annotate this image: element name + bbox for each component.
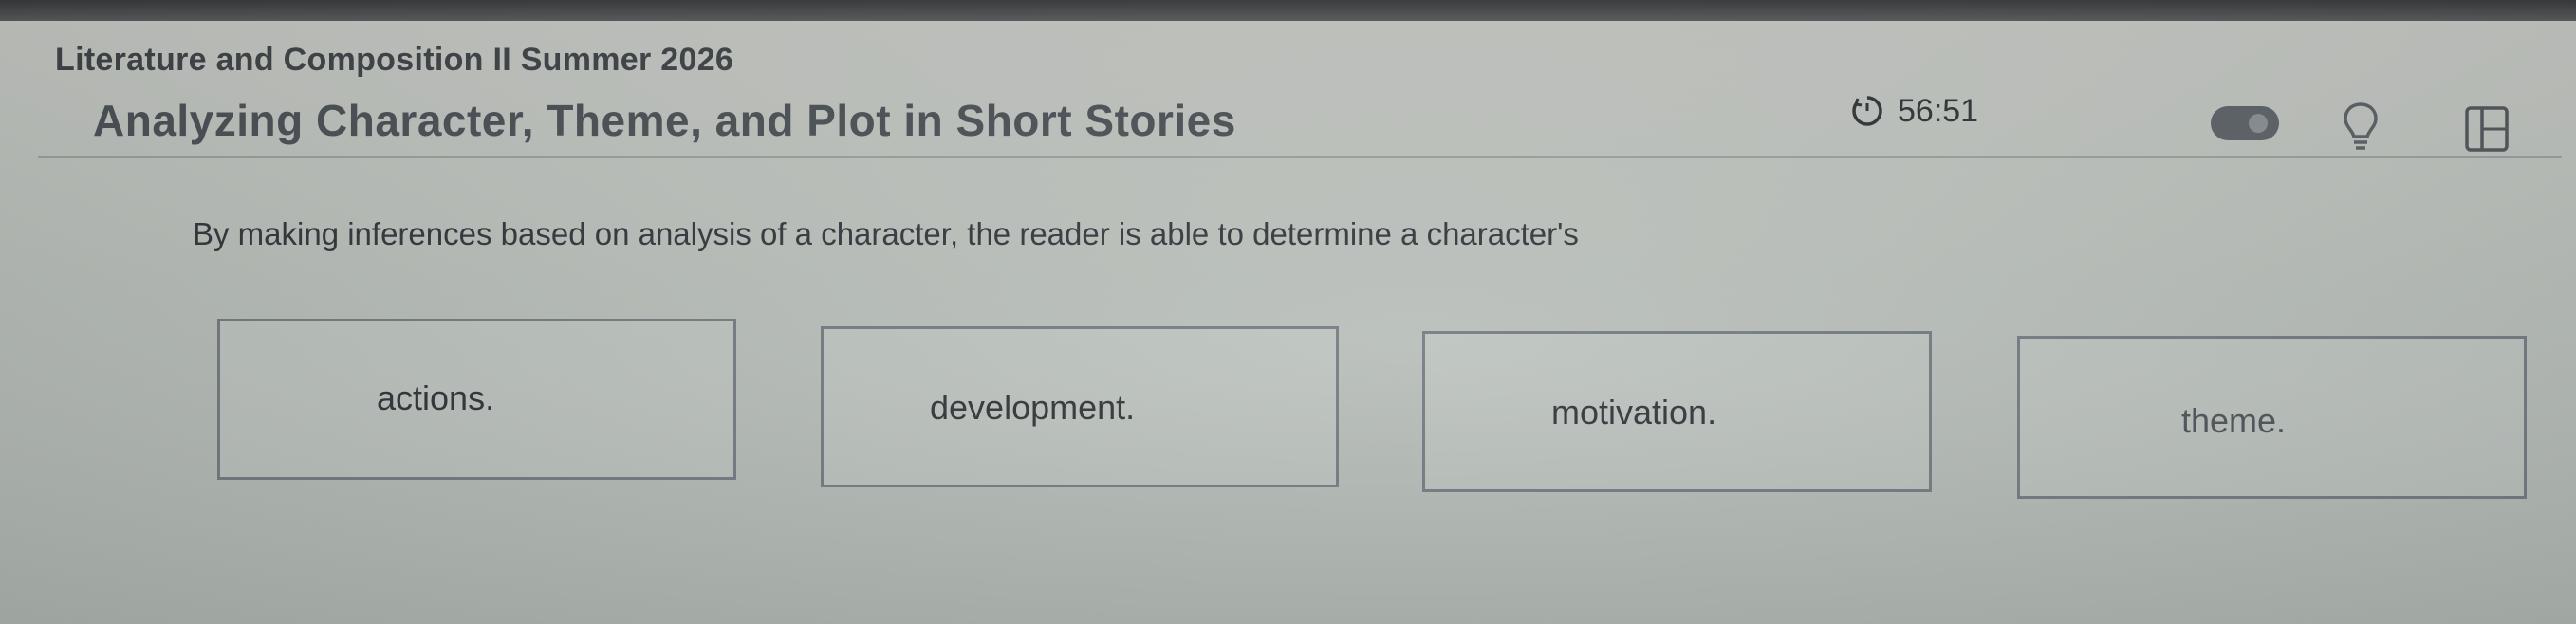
question-prompt: By making inferences based on analysis o…	[193, 216, 1579, 251]
answer-option-label: motivation.	[1551, 393, 1717, 431]
timer-value: 56:51	[1898, 92, 1979, 129]
timer-icon	[1852, 96, 1882, 126]
toggle-knob	[2249, 114, 2268, 133]
course-title: Literature and Composition II Summer 202…	[55, 42, 734, 78]
side-panel-icon[interactable]	[2463, 104, 2511, 154]
answer-option-label: development.	[930, 388, 1136, 427]
answer-option-label: actions.	[377, 378, 495, 417]
answer-option-development[interactable]: development.	[821, 326, 1339, 487]
answer-option-label: theme.	[2181, 401, 2287, 440]
answer-option-theme[interactable]: theme.	[2017, 336, 2527, 499]
answer-option-motivation[interactable]: motivation.	[1422, 331, 1932, 492]
toggle-switch[interactable]	[2211, 106, 2279, 140]
lightbulb-icon[interactable]	[2342, 101, 2380, 154]
answer-option-actions[interactable]: actions.	[217, 319, 736, 480]
header-divider	[38, 156, 2562, 158]
lesson-title: Analyzing Character, Theme, and Plot in …	[93, 96, 1236, 145]
screen-bezel	[0, 0, 2576, 21]
lesson-header: Literature and Composition II Summer 202…	[0, 21, 2576, 158]
timer: 56:51	[1850, 87, 1978, 135]
